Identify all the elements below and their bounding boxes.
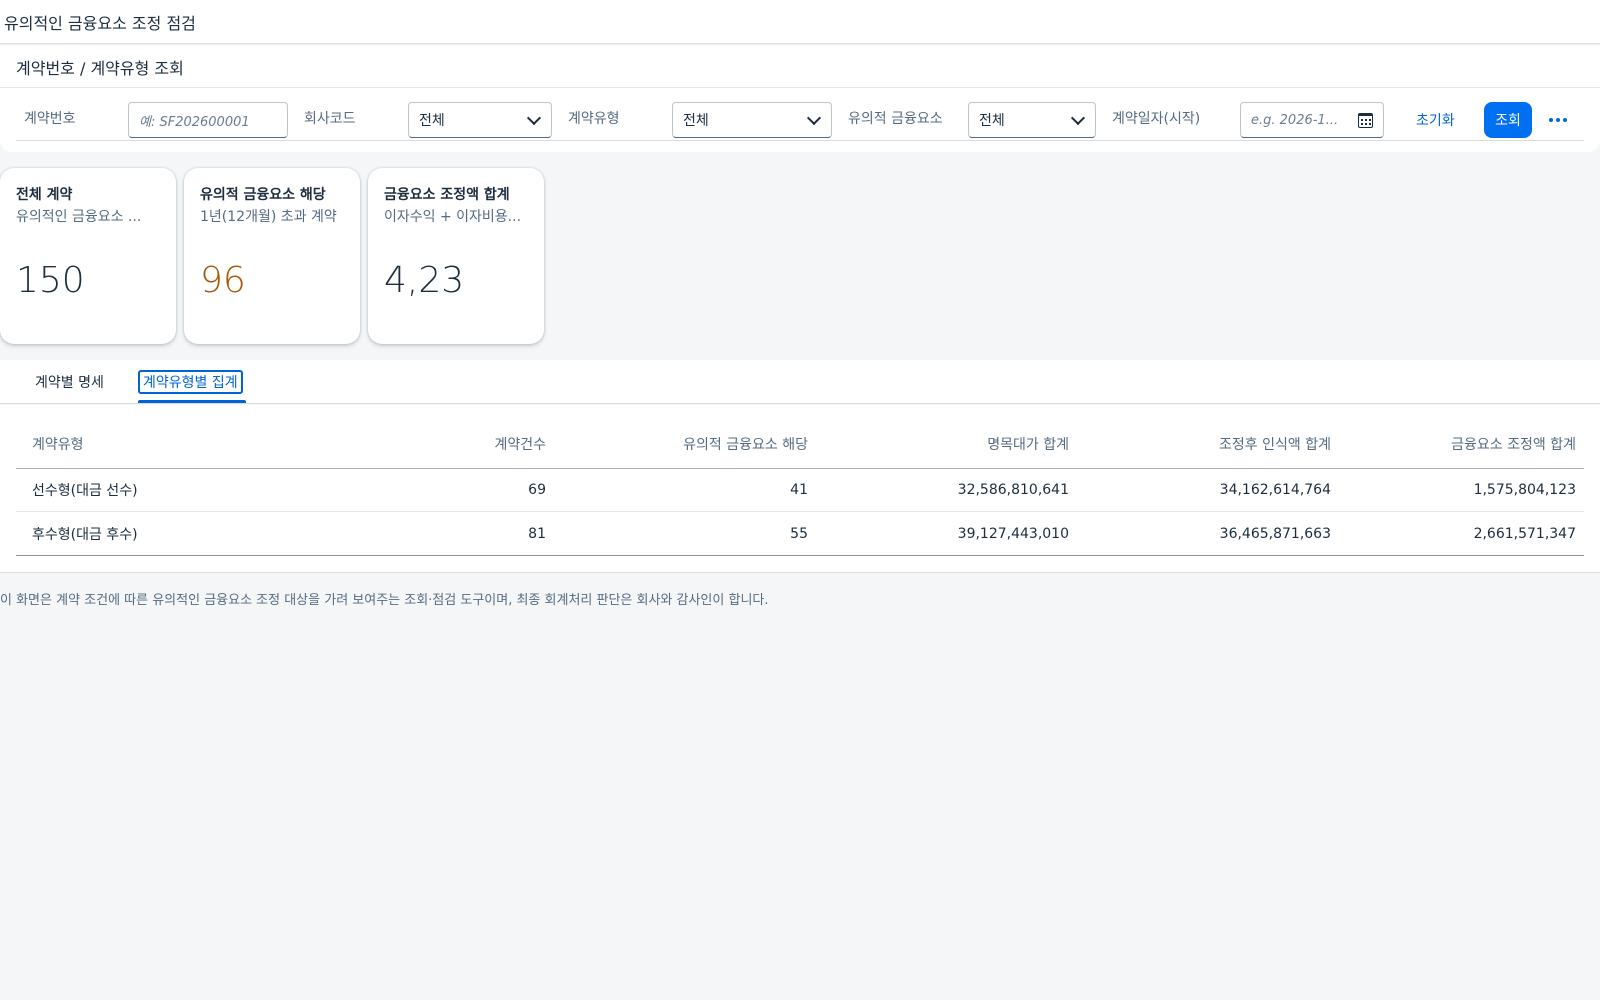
kpi-value: 96: [200, 260, 246, 301]
table-cell: 32,586,810,641: [957, 482, 1069, 498]
table-cell: 선수형(대금 선수): [32, 483, 138, 499]
app-title: 유의적인 금융요소 조정 점검: [4, 13, 196, 33]
shell-bar: 유의적인 금융요소 조정 점검: [0, 0, 1600, 44]
contract-type-value: 전체: [683, 113, 709, 129]
contract-type-select[interactable]: 전체: [672, 102, 832, 138]
table-cell: 41: [790, 482, 808, 498]
summary-table: 계약유형 계약건수 유의적 금융요소 해당 명목대가 합계 조정후 인식액 합계…: [16, 420, 1584, 556]
chevron-down-icon: [806, 110, 822, 125]
table-panel: 계약유형 계약건수 유의적 금융요소 해당 명목대가 합계 조정후 인식액 합계…: [0, 405, 1600, 573]
filter-bar: 계약번호 예: SF202600001 회사코드 전체 계약유형 전체 유의적 …: [0, 88, 1600, 152]
kpi-card-significant[interactable]: 유의적 금융요소 해당 1년(12개월) 초과 계약 96: [184, 168, 360, 344]
filter-divider: [16, 140, 1584, 141]
column-header[interactable]: 계약건수: [376, 434, 554, 454]
table-row[interactable]: 선수형(대금 선수) 69 41 32,586,810,641 34,162,6…: [16, 469, 1584, 512]
kpi-title: 전체 계약: [16, 187, 73, 203]
tab-bar: 계약별 명세 계약유형별 집계: [0, 360, 1600, 404]
tab-contract-detail[interactable]: 계약별 명세: [32, 370, 107, 394]
table-header-row: 계약유형 계약건수 유의적 금융요소 해당 명목대가 합계 조정후 인식액 합계…: [16, 420, 1584, 469]
company-code-select[interactable]: 전체: [408, 102, 552, 138]
significant-label: 유의적 금융요소: [848, 111, 943, 127]
chevron-down-icon: [1070, 110, 1086, 125]
contract-no-placeholder: 예: SF202600001: [139, 114, 250, 130]
reset-button[interactable]: 초기화: [1416, 102, 1455, 138]
table-cell: 2,661,571,347: [1473, 525, 1576, 542]
company-code-value: 전체: [419, 113, 445, 129]
significant-select[interactable]: 전체: [968, 102, 1096, 138]
company-code-label: 회사코드: [304, 111, 356, 127]
page-title: 계약번호 / 계약유형 조회: [16, 58, 184, 78]
column-header[interactable]: 명목대가 합계: [816, 434, 1077, 454]
contract-date-input[interactable]: e.g. 2026-1...: [1240, 102, 1384, 138]
table-cell: 55: [790, 525, 808, 542]
page-header: 계약번호 / 계약유형 조회: [0, 46, 1600, 88]
kpi-title: 금융요소 조정액 합계: [384, 187, 510, 203]
table-cell: 81: [528, 525, 546, 542]
more-icon[interactable]: [1540, 102, 1576, 138]
table-cell: 39,127,443,010: [957, 525, 1069, 542]
footer-note: 이 화면은 계약 조건에 따른 유의적인 금융요소 조정 대상을 가려 보여주는…: [0, 593, 769, 608]
chevron-down-icon: [526, 110, 542, 125]
kpi-subtitle: 1년(12개월) 초과 계약: [200, 209, 337, 225]
column-header[interactable]: 금융요소 조정액 합계: [1339, 434, 1584, 454]
kpi-value: 150: [16, 260, 85, 301]
contract-no-input[interactable]: 예: SF202600001: [128, 102, 288, 138]
table-cell: 69: [528, 482, 546, 498]
calendar-icon[interactable]: [1358, 113, 1373, 128]
kpi-title: 유의적 금융요소 해당: [200, 187, 326, 203]
search-button[interactable]: 조회: [1484, 102, 1532, 138]
significant-value: 전체: [979, 113, 1005, 129]
table-cell: 34,162,614,764: [1219, 482, 1331, 498]
kpi-subtitle: 이자수익 + 이자비용...: [384, 209, 522, 225]
table-cell: 1,575,804,123: [1473, 482, 1576, 498]
table-cell: 36,465,871,663: [1219, 525, 1331, 542]
kpi-subtitle: 유의적인 금융요소 ...: [16, 209, 142, 225]
contract-no-label: 계약번호: [24, 111, 76, 127]
column-header[interactable]: 계약유형: [16, 434, 376, 454]
active-tab-indicator: [138, 400, 246, 403]
column-header[interactable]: 조정후 인식액 합계: [1077, 434, 1339, 454]
column-header[interactable]: 유의적 금융요소 해당: [554, 434, 816, 454]
tab-type-summary[interactable]: 계약유형별 집계: [138, 370, 243, 394]
contract-type-label: 계약유형: [568, 111, 620, 127]
kpi-value: 4,23: [384, 260, 465, 301]
contract-date-label: 계약일자(시작): [1112, 111, 1201, 127]
table-cell: 후수형(대금 후수): [32, 526, 138, 543]
kpi-card-total[interactable]: 전체 계약 유의적인 금융요소 ... 150: [0, 168, 176, 344]
kpi-card-adjustment[interactable]: 금융요소 조정액 합계 이자수익 + 이자비용... 4,23: [368, 168, 544, 344]
contract-date-placeholder: e.g. 2026-1...: [1251, 112, 1339, 128]
table-row[interactable]: 후수형(대금 후수) 81 55 39,127,443,010 36,465,8…: [16, 512, 1584, 555]
